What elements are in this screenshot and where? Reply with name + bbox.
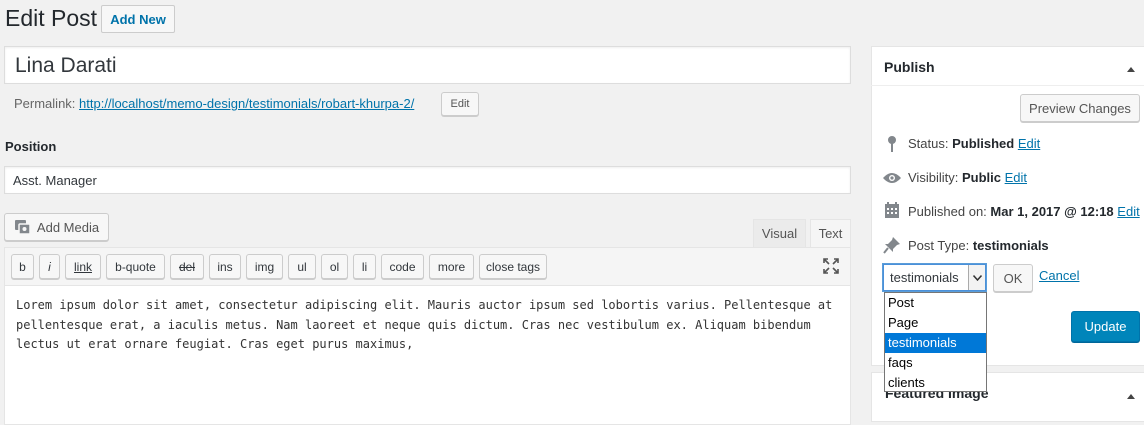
qt-more-button[interactable]: more [429, 254, 474, 279]
permalink-label: Permalink: [14, 96, 76, 111]
position-input[interactable]: Asst. Manager [4, 166, 851, 194]
dropdown-option-faqs[interactable]: faqs [885, 353, 986, 373]
permalink: Permalink: http://localhost/memo-design/… [14, 96, 414, 111]
qt-li-button[interactable]: li [353, 254, 376, 279]
status-edit-link[interactable]: Edit [1018, 136, 1040, 151]
permalink-link[interactable]: http://localhost/memo-design/testimonial… [79, 96, 414, 111]
tab-visual[interactable]: Visual [753, 219, 806, 247]
add-media-icon [14, 218, 32, 236]
position-label: Position [5, 139, 57, 154]
qt-ins-button[interactable]: ins [209, 254, 241, 279]
qt-ul-button[interactable]: ul [288, 254, 316, 279]
status-row: Status: Published Edit [908, 136, 1040, 151]
qt-close-tags-button[interactable]: close tags [479, 254, 547, 279]
visibility-row: Visibility: Public Edit [908, 170, 1027, 185]
post-type-label: Post Type: [908, 238, 970, 253]
post-type-row: Post Type: testimonials [908, 238, 1049, 253]
status-label: Status: [908, 136, 949, 151]
published-on-edit-link[interactable]: Edit [1117, 204, 1139, 219]
collapse-arrow-icon[interactable] [1126, 60, 1136, 78]
dropdown-option-testimonials[interactable]: testimonials [885, 333, 986, 353]
tab-text[interactable]: Text [810, 219, 851, 247]
preview-changes-button[interactable]: Preview Changes [1020, 94, 1140, 122]
pin-icon [885, 135, 899, 158]
qt-italic-button[interactable]: i [39, 254, 60, 279]
published-on-value: Mar 1, 2017 @ 12:18 [990, 204, 1114, 219]
cancel-link[interactable]: Cancel [1039, 268, 1079, 283]
add-media-label: Add Media [36, 219, 100, 235]
chevron-down-icon[interactable] [968, 265, 985, 290]
collapse-arrow-icon[interactable] [1126, 387, 1136, 405]
published-on-label: Published on: [908, 204, 987, 219]
post-type-value: testimonials [972, 238, 1049, 253]
qt-del-button[interactable]: del [170, 254, 204, 279]
editor-textarea[interactable]: Lorem ipsum dolor sit amet, consectetur … [4, 285, 851, 425]
visibility-value: Public [961, 170, 1001, 185]
dropdown-option-clients[interactable]: clients [885, 373, 986, 393]
qt-bquote-button[interactable]: b-quote [106, 254, 165, 279]
status-value: Published [952, 136, 1015, 151]
permalink-edit-button[interactable]: Edit [441, 92, 479, 116]
post-type-select-value: testimonials [890, 270, 959, 285]
visibility-edit-link[interactable]: Edit [1005, 170, 1027, 185]
pushpin-icon [883, 236, 901, 259]
dropdown-option-page[interactable]: Page [885, 313, 986, 333]
qt-img-button[interactable]: img [246, 254, 283, 279]
add-media-button[interactable]: Add Media [4, 213, 109, 241]
page-title: Edit Post [5, 5, 98, 31]
update-button[interactable]: Update [1071, 311, 1140, 342]
calendar-icon [884, 201, 900, 224]
qt-code-button[interactable]: code [381, 254, 424, 279]
add-new-button[interactable]: Add New [101, 5, 175, 33]
post-title-input[interactable]: Lina Darati [4, 46, 851, 84]
ok-button[interactable]: OK [993, 264, 1033, 292]
qt-link-button[interactable]: link [65, 254, 101, 279]
post-type-dropdown[interactable]: Post Page testimonials faqs clients [884, 292, 987, 392]
published-on-row: Published on: Mar 1, 2017 @ 12:18 Edit [908, 204, 1140, 219]
dropdown-option-post[interactable]: Post [885, 293, 986, 313]
qt-ol-button[interactable]: ol [321, 254, 348, 279]
visibility-label: Visibility: [908, 170, 959, 185]
post-type-select[interactable]: testimonials [883, 264, 986, 291]
publish-title: Publish [884, 59, 935, 75]
eye-icon [882, 171, 902, 190]
qt-bold-button[interactable]: b [11, 254, 34, 279]
fullscreen-icon[interactable] [822, 257, 840, 275]
